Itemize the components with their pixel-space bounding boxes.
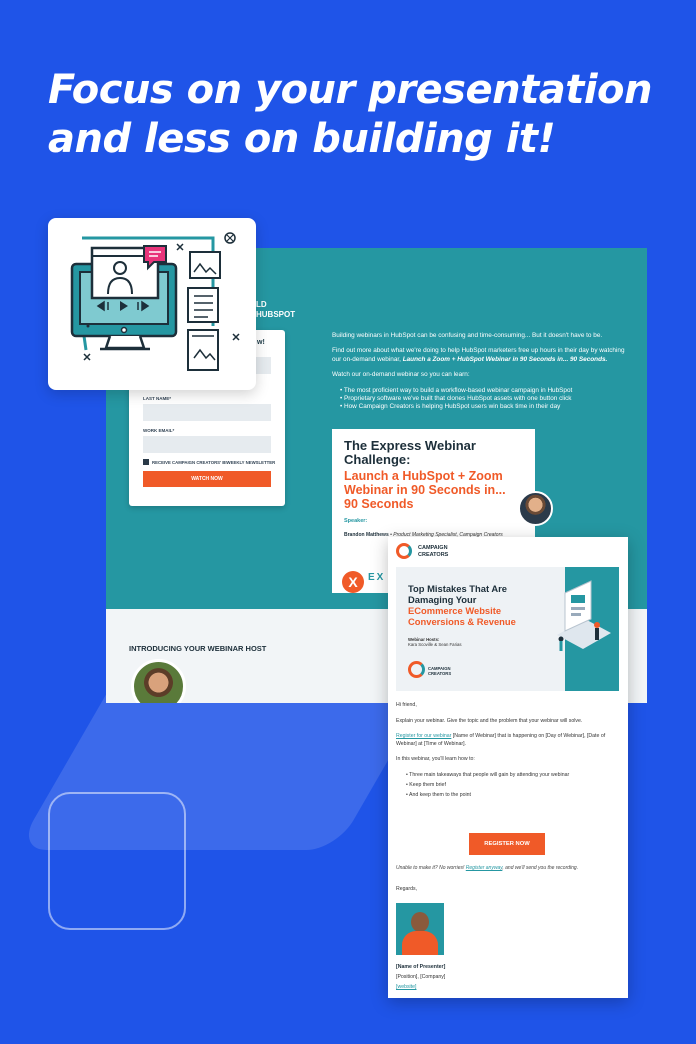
register-anyway-link[interactable]: Register anyway [466,865,503,871]
banner-title-highlight: ECommerce Website Conversions & Revenue [408,605,516,627]
intro-paragraph-1: Building webinars in HubSpot can be conf… [332,332,603,339]
presenter-photo [396,903,444,955]
last-name-field[interactable] [143,404,271,421]
banner-brand-name: CAMPAIGN CREATORS [428,666,452,676]
email-learn-intro: In this webinar, you'll learn how to: [396,756,475,763]
newsletter-label: RECEIVE CAMPAIGN CREATORS' BIWEEKLY NEWS… [152,460,276,465]
headline-line-1: Focus on your presentation [48,67,653,113]
email-brand-name: CAMPAIGN CREATORS [418,545,449,558]
headline: Focus on your presentation and less on b… [48,66,668,164]
work-email-label: WORK EMAIL* [143,428,175,433]
promo-title: The Express Webinar Challenge: [344,438,476,467]
presenter-website-link[interactable]: [website] [396,984,416,990]
list-item: The most proficient way to build a workf… [340,387,632,395]
work-email-field[interactable] [143,436,271,453]
host-avatar [131,659,186,703]
headline-line-2: and less on building it! [48,116,556,162]
promo-subtitle: Launch a HubSpot + Zoom Webinar in 90 Se… [344,469,506,511]
express-logo-icon: X [342,571,364,593]
list-item: Proprietary software we've built that cl… [340,395,632,403]
decorative-rounded-square [48,792,186,930]
list-item: And keep them to the point [406,792,622,800]
email-explain: Explain your webinar. Give the topic and… [396,717,583,724]
register-link[interactable]: Register for our webinar [396,733,451,739]
speaker-label: Speaker: [344,518,368,524]
host-section-title: INTRODUCING YOUR WEBINAR HOST [129,644,267,653]
webinar-monitor-icon [70,232,240,371]
email-preview: CAMPAIGN CREATORS Top Mistakes That Are … [388,537,628,998]
list-item: How Campaign Creators is helping HubSpot… [340,403,632,411]
banner-hosts-names: Kara Scoville & Sean Farias [408,642,462,647]
intro-paragraph-2: Find out more about what we're doing to … [332,347,625,363]
register-now-button[interactable]: REGISTER NOW [469,833,545,855]
list-item: Three main takeaways that people will ga… [406,772,622,780]
presenter-position: [Position], [Company] [396,974,446,980]
express-logo-text: EX [368,572,386,583]
email-regards: Regards, [396,886,418,892]
unable-to-attend-text: Unable to make it? No worries! Register … [396,865,579,871]
landing-strip-title: LD HUBSPOT [256,300,296,319]
campaign-creators-logo-icon [396,543,412,559]
email-brand: CAMPAIGN CREATORS [396,543,506,561]
newsletter-checkbox[interactable] [143,459,149,465]
feature-icon-card [48,218,256,390]
banner-title: Top Mistakes That Are Damaging Your [408,583,507,605]
form-heading: w! [257,339,265,346]
email-greeting: Hi friend, [396,702,417,708]
banner-logo-icon [408,661,425,678]
presenter-name: [Name of Presenter] [396,964,446,970]
list-item: Keep them brief [406,782,622,790]
last-name-label: LAST NAME* [143,396,171,401]
email-bullets: Three main takeaways that people will ga… [396,772,622,800]
intro-bullets: The most proficient way to build a workf… [332,387,632,412]
intro-paragraph-3: Watch our on-demand webinar so you can l… [332,371,470,379]
isometric-illustration-icon [557,580,611,651]
email-register-paragraph: Register for our webinar [Name of Webina… [396,733,606,747]
landing-intro: Building webinars in HubSpot can be conf… [332,332,632,412]
watch-now-button[interactable]: WATCH NOW [143,471,271,487]
speaker-avatar [518,491,553,526]
email-banner: Top Mistakes That Are Damaging Your ECom… [396,567,619,691]
email-body: Hi friend, Explain your webinar. Give th… [396,702,622,810]
